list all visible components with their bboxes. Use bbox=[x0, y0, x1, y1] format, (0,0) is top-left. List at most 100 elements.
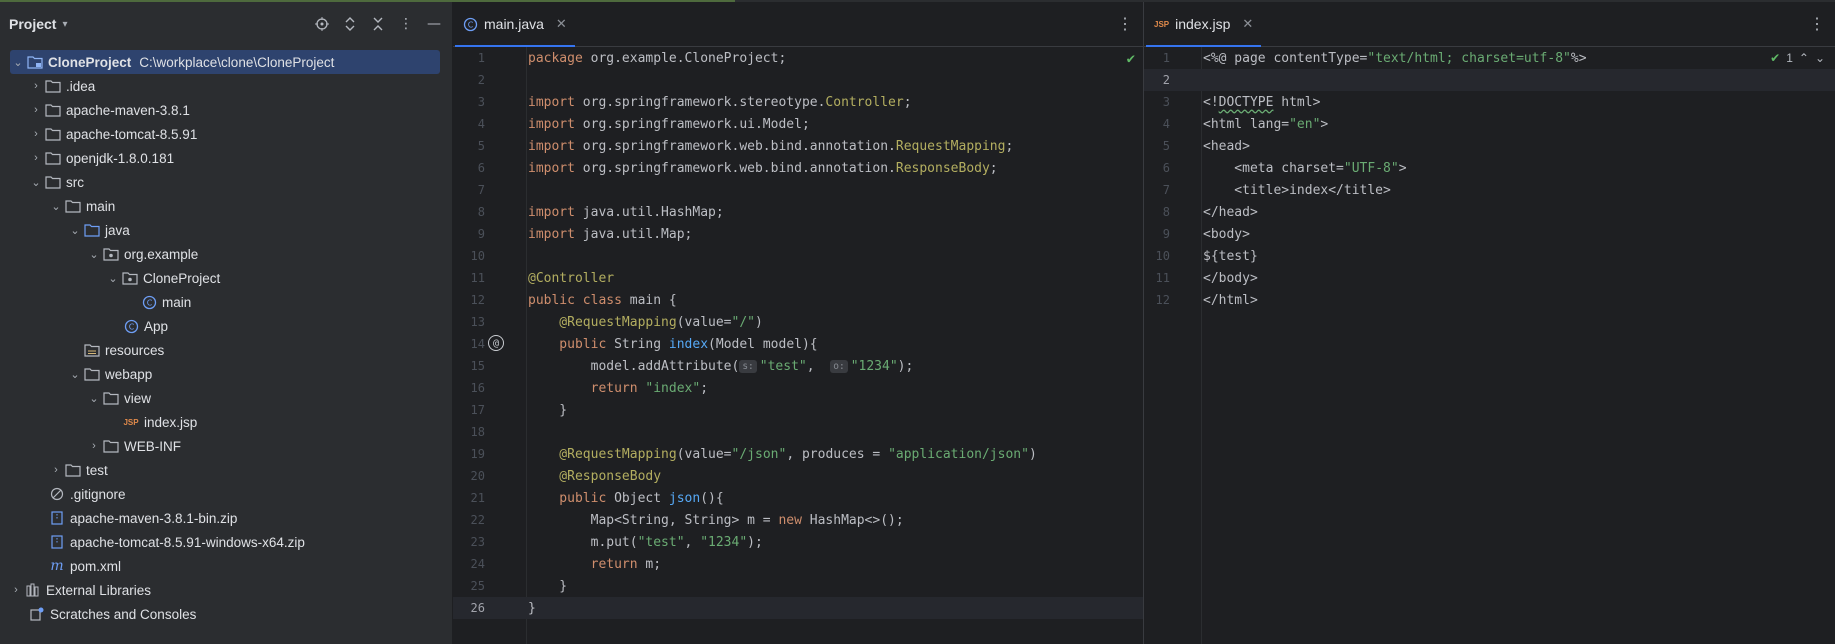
code-text[interactable]: return "index"; bbox=[528, 381, 708, 396]
code-line[interactable]: 25 } bbox=[453, 575, 1143, 597]
tree-item-external-libraries[interactable]: › External Libraries bbox=[0, 578, 452, 602]
tree-item-index-jsp[interactable]: JSP index.jsp bbox=[0, 410, 452, 434]
code-text[interactable]: public String index(Model model){ bbox=[528, 337, 817, 352]
tree-item-web-inf[interactable]: › WEB-INF bbox=[0, 434, 452, 458]
code-line[interactable]: 9 import java.util.Map; bbox=[453, 223, 1143, 245]
code-line[interactable]: 8 import java.util.HashMap; bbox=[453, 201, 1143, 223]
code-line[interactable]: 5 import org.springframework.web.bind.ann… bbox=[453, 135, 1143, 157]
tree-item-tomcat-zip[interactable]: apache-tomcat-8.5.91-windows-x64.zip bbox=[0, 530, 452, 554]
code-text[interactable]: <html lang="en"> bbox=[1203, 117, 1328, 132]
tree-item-resources[interactable]: resources bbox=[0, 338, 452, 362]
tree-item-app[interactable]: C App bbox=[0, 314, 452, 338]
code-line[interactable]: 16 return "index"; bbox=[453, 377, 1143, 399]
close-icon[interactable]: ✕ bbox=[1242, 16, 1253, 32]
code-line[interactable]: 7 bbox=[453, 179, 1143, 201]
code-line[interactable]: 18 bbox=[453, 421, 1143, 443]
code-line[interactable]: 4 import org.springframework.ui.Model; bbox=[453, 113, 1143, 135]
chevron-down-icon[interactable]: ⌄ bbox=[86, 248, 102, 261]
code-line[interactable]: 10 bbox=[453, 245, 1143, 267]
code-text[interactable]: </html> bbox=[1203, 293, 1258, 308]
tree-item-tomcat[interactable]: › apache-tomcat-8.5.91 bbox=[0, 122, 452, 146]
tree-item-view[interactable]: ⌄ view bbox=[0, 386, 452, 410]
chevron-right-icon[interactable]: › bbox=[8, 584, 24, 596]
chevron-right-icon[interactable]: › bbox=[28, 80, 44, 92]
code-text[interactable]: } bbox=[528, 579, 567, 594]
code-line-current[interactable]: 2 bbox=[1144, 69, 1835, 91]
code-text[interactable]: import java.util.HashMap; bbox=[528, 205, 724, 220]
tree-item-webapp[interactable]: ⌄ webapp bbox=[0, 362, 452, 386]
code-text[interactable]: <title>index</title> bbox=[1203, 183, 1391, 198]
tree-item-scratches[interactable]: Scratches and Consoles bbox=[0, 602, 452, 626]
tree-item-idea[interactable]: › .idea bbox=[0, 74, 452, 98]
tree-item-org-example[interactable]: ⌄ org.example bbox=[0, 242, 452, 266]
code-text[interactable]: import java.util.Map; bbox=[528, 227, 692, 242]
code-text[interactable]: public class main { bbox=[528, 293, 677, 308]
code-text[interactable]: } bbox=[528, 601, 536, 616]
code-text[interactable]: <!DOCTYPE html> bbox=[1203, 95, 1320, 110]
tree-item-main-folder[interactable]: ⌄ main bbox=[0, 194, 452, 218]
code-line[interactable]: 3 import org.springframework.stereotype.C… bbox=[453, 91, 1143, 113]
code-text[interactable]: Map<String, String> m = new HashMap<>(); bbox=[528, 513, 904, 528]
chevron-right-icon[interactable]: › bbox=[28, 152, 44, 164]
code-line[interactable]: 23 m.put("test", "1234"); bbox=[453, 531, 1143, 553]
code-line[interactable]: 22 Map<String, String> m = new HashMap<>… bbox=[453, 509, 1143, 531]
code-line[interactable]: 10 ${test} bbox=[1144, 245, 1835, 267]
code-line[interactable]: 8 </head> bbox=[1144, 201, 1835, 223]
code-text[interactable]: <%@ page contentType="text/html; charset… bbox=[1203, 51, 1587, 66]
code-line[interactable]: 20 @ResponseBody bbox=[453, 465, 1143, 487]
code-text[interactable]: } bbox=[528, 403, 567, 418]
code-text[interactable]: import org.springframework.ui.Model; bbox=[528, 117, 810, 132]
code-text[interactable]: return m; bbox=[528, 557, 661, 572]
chevron-down-icon[interactable]: ⌄ bbox=[105, 272, 121, 285]
code-line[interactable]: 7 <title>index</title> bbox=[1144, 179, 1835, 201]
code-text[interactable]: </head> bbox=[1203, 205, 1258, 220]
tree-item-root[interactable]: ⌄ CloneProject C:\workplace\clone\CloneP… bbox=[10, 50, 440, 74]
code-line[interactable]: 12 </html> bbox=[1144, 289, 1835, 311]
code-line[interactable]: 21 public Object json(){ bbox=[453, 487, 1143, 509]
code-line[interactable]: 5 <head> bbox=[1144, 135, 1835, 157]
code-line[interactable]: 14 @ public String index(Model model){ bbox=[453, 333, 1143, 355]
chevron-down-icon[interactable]: ⌄ bbox=[28, 176, 44, 189]
code-line[interactable]: 2 bbox=[453, 69, 1143, 91]
code-line[interactable]: 4 <html lang="en"> bbox=[1144, 113, 1835, 135]
code-line[interactable]: 13 @RequestMapping(value="/") bbox=[453, 311, 1143, 333]
code-line[interactable]: 19 @RequestMapping(value="/json", produc… bbox=[453, 443, 1143, 465]
code-text[interactable]: public Object json(){ bbox=[528, 491, 723, 506]
chevron-down-icon[interactable]: ⌄ bbox=[67, 368, 83, 381]
code-text[interactable]: import org.springframework.stereotype.Co… bbox=[528, 95, 912, 110]
chevron-down-icon[interactable]: ⌄ bbox=[86, 392, 102, 405]
tree-item-src[interactable]: ⌄ src bbox=[0, 170, 452, 194]
editor-main-java[interactable]: C main.java ✕ ⋮ ✔ 1 package org.example.C… bbox=[453, 2, 1144, 644]
code-text[interactable]: @RequestMapping(value="/") bbox=[528, 315, 763, 330]
close-icon[interactable]: ✕ bbox=[556, 16, 567, 32]
more-options-icon[interactable]: ⋮ bbox=[394, 12, 418, 36]
code-text[interactable]: package org.example.CloneProject; bbox=[528, 51, 786, 66]
tree-item-main-class[interactable]: C main bbox=[0, 290, 452, 314]
code-line[interactable]: 3 <!DOCTYPE html> bbox=[1144, 91, 1835, 113]
code-line[interactable]: 11 @Controller bbox=[453, 267, 1143, 289]
code-text[interactable]: ${test} bbox=[1203, 249, 1258, 264]
code-text[interactable]: @ResponseBody bbox=[528, 469, 661, 484]
expand-all-icon[interactable] bbox=[338, 12, 362, 36]
collapse-all-icon[interactable] bbox=[366, 12, 390, 36]
tree-item-gitignore[interactable]: .gitignore bbox=[0, 482, 452, 506]
project-title[interactable]: Project bbox=[9, 16, 56, 32]
code-text[interactable]: @RequestMapping(value="/json", produces … bbox=[528, 447, 1036, 462]
code-text[interactable]: <meta charset="UTF-8"> bbox=[1203, 161, 1406, 176]
code-text[interactable]: import org.springframework.web.bind.anno… bbox=[528, 139, 1013, 154]
tree-item-maven[interactable]: › apache-maven-3.8.1 bbox=[0, 98, 452, 122]
more-options-icon[interactable]: ⋮ bbox=[1809, 14, 1825, 33]
tree-item-java[interactable]: ⌄ java bbox=[0, 218, 452, 242]
tree-item-test[interactable]: › test bbox=[0, 458, 452, 482]
code-text[interactable]: </body> bbox=[1203, 271, 1258, 286]
code-area[interactable]: 1 <%@ page contentType="text/html; charse… bbox=[1144, 47, 1835, 311]
chevron-down-icon[interactable]: ⌄ bbox=[10, 56, 26, 69]
code-text[interactable]: @Controller bbox=[528, 271, 614, 286]
editor-index-jsp[interactable]: JSP index.jsp ✕ ⋮ ✔ 1 ⌃ ⌄ 1 <%@ page cont… bbox=[1144, 2, 1835, 644]
code-line[interactable]: 17 } bbox=[453, 399, 1143, 421]
hide-panel-icon[interactable]: — bbox=[422, 12, 446, 36]
chevron-right-icon[interactable]: › bbox=[28, 128, 44, 140]
code-line[interactable]: 15 model.addAttribute(s: "test", o: "1234"… bbox=[453, 355, 1143, 377]
code-text[interactable]: import org.springframework.web.bind.anno… bbox=[528, 161, 998, 176]
code-line[interactable]: 24 return m; bbox=[453, 553, 1143, 575]
